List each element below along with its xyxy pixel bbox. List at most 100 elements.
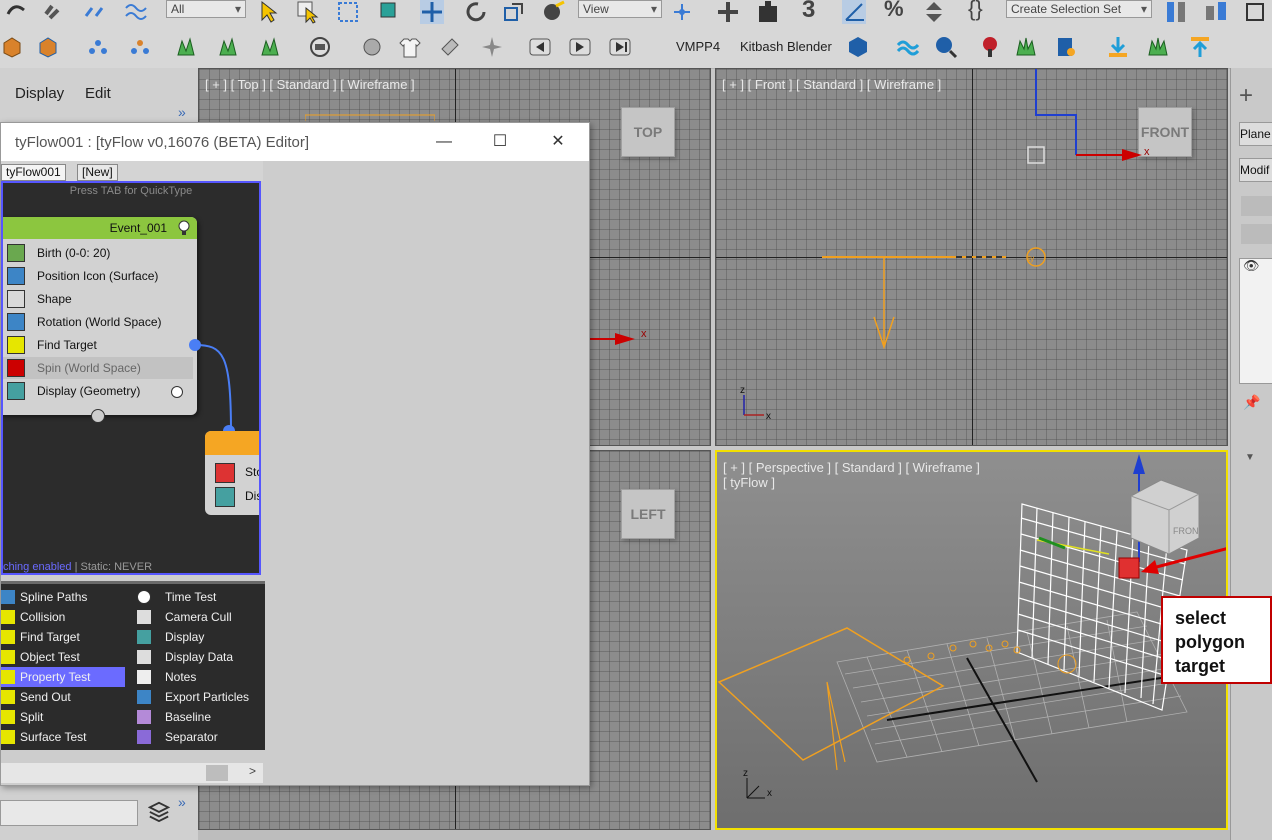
top-viewport-label[interactable]: [ + ] [ Top ] [ Standard ] [ Wireframe ] — [205, 77, 415, 92]
palette-separator[interactable]: Separator — [137, 727, 261, 747]
palette-spline-paths[interactable]: Spline Paths — [1, 587, 125, 607]
rollout-arrow-icon[interactable]: ▼ — [1245, 452, 1255, 463]
export-arrow-icon[interactable] — [1188, 35, 1212, 59]
object-name-field[interactable]: Plane — [1239, 122, 1272, 146]
front-viewport-label[interactable]: [ + ] [ Front ] [ Standard ] [ Wireframe… — [722, 77, 941, 92]
front-viewport[interactable]: [ + ] [ Front ] [ Standard ] [ Wireframe… — [715, 68, 1228, 446]
maximize-icon[interactable]: ☐ — [485, 131, 515, 153]
layer-dropdown[interactable] — [0, 800, 138, 826]
stop-event-header[interactable] — [205, 431, 259, 455]
blue-hex-icon[interactable] — [846, 35, 870, 59]
layers-icon[interactable] — [1244, 0, 1268, 24]
sparkle-icon[interactable] — [480, 35, 504, 59]
box-cube-2-icon[interactable] — [36, 35, 60, 59]
palette-baseline[interactable]: Baseline — [137, 707, 261, 727]
placement-icon[interactable] — [542, 0, 566, 24]
tyflow-green-2-icon[interactable] — [216, 35, 240, 59]
percent-snap-icon[interactable]: % — [884, 0, 904, 22]
link-icon[interactable] — [40, 0, 64, 24]
modifier-button-2[interactable] — [1241, 224, 1272, 244]
event-input-port[interactable] — [91, 409, 105, 423]
flow-canvas[interactable]: Press TAB for QuickType Event_001 Birth … — [1, 181, 261, 575]
palette-notes[interactable]: Notes — [137, 667, 261, 687]
mirror-icon[interactable] — [1164, 0, 1188, 24]
modifier-button[interactable] — [1241, 196, 1272, 216]
scrollbar-thumb[interactable] — [206, 765, 228, 781]
palette-find-target[interactable]: Find Target — [1, 627, 125, 647]
display-operator-label[interactable]: Dis — [245, 489, 259, 503]
modifier-stack[interactable] — [1239, 258, 1272, 384]
import-arrow-icon[interactable] — [1106, 35, 1130, 59]
wave-icon[interactable] — [896, 35, 920, 59]
pin-stack-icon[interactable]: 📌 — [1243, 394, 1260, 411]
magnifier-blue-icon[interactable] — [934, 35, 958, 59]
left-viewcube[interactable]: LEFT — [621, 489, 675, 539]
snaps-toggle-icon[interactable]: 3 — [802, 0, 815, 24]
bind-spacewarp-icon[interactable] — [124, 0, 148, 24]
operator-rotation[interactable]: Rotation (World Space) — [3, 311, 193, 333]
vmpp4-button[interactable]: VMPP4 — [676, 39, 720, 54]
lightbulb-icon[interactable] — [177, 220, 191, 236]
expand-chevron-icon[interactable]: » — [178, 104, 186, 120]
play-icon[interactable] — [568, 35, 592, 59]
palette-object-test[interactable]: Object Test — [1, 647, 125, 667]
layer-stack-icon[interactable] — [148, 800, 170, 822]
particles-orange-icon[interactable] — [128, 35, 152, 59]
green-splash-2-icon[interactable] — [1146, 35, 1170, 59]
unlink-icon[interactable] — [82, 0, 106, 24]
palette-collision[interactable]: Collision — [1, 607, 125, 627]
undo-arrow-icon[interactable] — [4, 0, 28, 24]
tab-tyflow001[interactable]: tyFlow001 — [1, 164, 66, 181]
edit-named-selections-icon[interactable]: {} — [968, 0, 983, 22]
top-viewcube[interactable]: TOP — [621, 107, 675, 157]
event-header[interactable]: Event_001 — [3, 217, 197, 239]
particles-blue-icon[interactable] — [86, 35, 110, 59]
next-frame-icon[interactable] — [608, 35, 632, 59]
perspective-viewport[interactable]: [ + ] [ Perspective ] [ Standard ] [ Wir… — [715, 450, 1228, 830]
operator-display-geometry[interactable]: Display (Geometry) — [3, 380, 193, 402]
palette-send-out[interactable]: Send Out — [1, 687, 125, 707]
keyboard-shortcut-icon[interactable] — [756, 0, 780, 24]
palette-split[interactable]: Split — [1, 707, 125, 727]
eye-icon[interactable]: 👁 — [1243, 258, 1260, 274]
red-figure-icon[interactable] — [978, 35, 1002, 59]
window-crossing-icon[interactable] — [378, 0, 402, 24]
output-port[interactable] — [171, 386, 183, 398]
operator-spin[interactable]: Spin (World Space) — [3, 357, 193, 379]
palette-camera-cull[interactable]: Camera Cull — [137, 607, 261, 627]
blue-doc-icon[interactable] — [1054, 35, 1078, 59]
scroll-right-icon[interactable]: > — [249, 764, 256, 778]
minimize-icon[interactable]: — — [429, 131, 459, 153]
palette-time-test[interactable]: Time Test — [137, 587, 261, 607]
editor-titlebar[interactable]: tyFlow001 : [tyFlow v0,16076 (BETA) Edit… — [1, 123, 589, 161]
palette-property-test[interactable]: Property Test — [1, 667, 125, 687]
rotate-icon[interactable] — [464, 0, 488, 24]
select-by-name-icon[interactable] — [296, 0, 320, 24]
scale-icon[interactable] — [502, 0, 526, 24]
move-icon[interactable] — [420, 0, 444, 24]
pivot-point-icon[interactable] — [670, 0, 694, 24]
prev-frame-icon[interactable] — [528, 35, 552, 59]
kitbash-blender-button[interactable]: Kitbash Blender — [740, 39, 832, 54]
event-node[interactable]: Event_001 Birth (0-0: 20) Position Icon … — [3, 217, 197, 415]
sphere-icon[interactable] — [360, 35, 384, 59]
scene-explorer-icon[interactable] — [308, 35, 332, 59]
box-cube-icon[interactable] — [0, 35, 24, 59]
palette-display-data[interactable]: Display Data — [137, 647, 261, 667]
spinner-snap-icon[interactable] — [922, 0, 946, 24]
selection-filter-dropdown[interactable]: All — [166, 0, 246, 18]
rect-selection-icon[interactable] — [336, 0, 360, 24]
tyflow-editor-window[interactable]: tyFlow001 : [tyFlow v0,16076 (BETA) Edit… — [0, 122, 590, 786]
palette-scrollbar[interactable]: > — [1, 763, 263, 783]
display-menu[interactable]: Display — [15, 85, 64, 102]
angle-snap-icon[interactable] — [842, 0, 866, 24]
tab-new[interactable]: [New] — [77, 164, 118, 181]
named-selection-dropdown[interactable]: Create Selection Set — [1006, 0, 1152, 18]
tyflow-green-icon[interactable] — [174, 35, 198, 59]
reference-coordinate-dropdown[interactable]: View — [578, 0, 662, 18]
close-icon[interactable]: ✕ — [543, 131, 573, 153]
select-manipulate-icon[interactable] — [716, 0, 740, 24]
expand-chevron-2-icon[interactable]: » — [178, 794, 186, 810]
palette-surface-test[interactable]: Surface Test — [1, 727, 125, 747]
eraser-icon[interactable] — [438, 35, 462, 59]
